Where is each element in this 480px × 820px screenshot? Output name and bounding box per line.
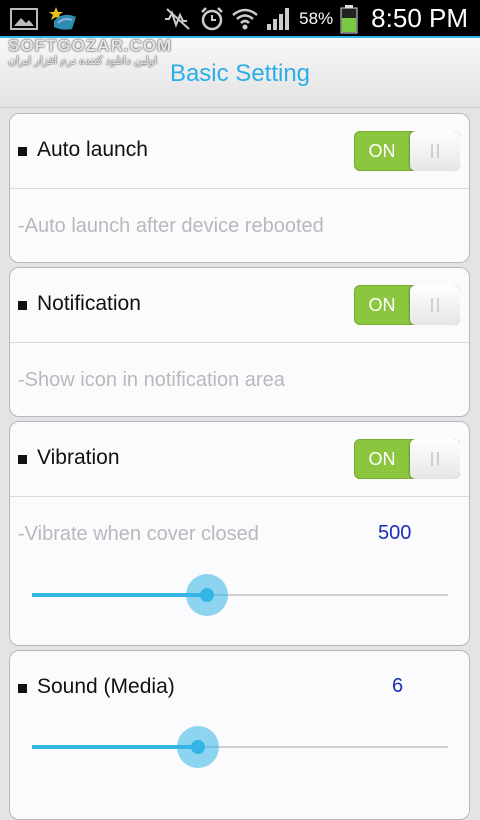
auto-launch-toggle[interactable]: ON <box>354 131 460 171</box>
app-icon <box>48 5 78 33</box>
bullet-icon <box>18 147 27 156</box>
sound-row: Sound (Media) 6 <box>10 651 469 725</box>
divider <box>10 342 469 343</box>
watermark: SOFTGOZAR.COM اولین دانلود کننده نرم افز… <box>8 36 172 67</box>
vibration-label: Vibration <box>37 446 120 469</box>
divider <box>10 496 469 497</box>
notification-description: -Show icon in notification area <box>18 369 285 391</box>
auto-launch-label: Auto launch <box>37 138 148 161</box>
auto-launch-row: Auto launch ON <box>10 114 469 188</box>
auto-launch-card: Auto launch ON -Auto launch after device… <box>9 113 470 263</box>
bullet-icon <box>18 455 27 464</box>
bullet-icon <box>18 301 27 310</box>
watermark-sub: اولین دانلود کننده نرم افزار ایران <box>8 55 158 67</box>
battery-icon <box>339 4 359 34</box>
toggle-knob[interactable] <box>410 131 460 171</box>
image-icon <box>10 7 38 31</box>
bullet-icon <box>18 684 27 693</box>
notification-card: Notification ON -Show icon in notificati… <box>9 267 470 417</box>
vibration-card: Vibration ON -Vibrate when cover closed … <box>9 421 470 646</box>
sound-slider[interactable] <box>32 726 448 768</box>
vibration-toggle[interactable]: ON <box>354 439 460 479</box>
notification-label: Notification <box>37 292 141 315</box>
sound-label: Sound (Media) <box>37 675 175 698</box>
slider-fill <box>32 745 199 749</box>
slider-thumb[interactable] <box>199 588 214 602</box>
toggle-on-label: ON <box>368 141 396 161</box>
signal-icon <box>265 6 293 32</box>
vibration-description: -Vibrate when cover closed <box>18 523 259 545</box>
watermark-main: SOFTGOZAR.COM <box>8 36 173 55</box>
toggle-on-label: ON <box>368 449 396 469</box>
mute-icon <box>163 7 193 31</box>
clock: 8:50 PM <box>371 3 468 33</box>
auto-launch-description: -Auto launch after device rebooted <box>18 215 324 237</box>
divider <box>10 188 469 189</box>
slider-fill <box>32 593 207 597</box>
toggle-on-label: ON <box>368 295 396 315</box>
notification-row: Notification ON <box>10 268 469 342</box>
vibration-row: Vibration ON <box>10 422 469 496</box>
status-bar: 58% 8:50 PM <box>0 0 480 38</box>
notification-toggle[interactable]: ON <box>354 285 460 325</box>
toggle-knob[interactable] <box>410 285 460 325</box>
battery-percent: 58% <box>299 8 334 28</box>
wifi-icon <box>231 7 259 31</box>
alarm-icon <box>199 6 225 32</box>
sound-value: 6 <box>392 675 404 697</box>
sound-card: Sound (Media) 6 <box>9 650 470 820</box>
vibration-slider[interactable] <box>32 574 448 616</box>
toggle-knob[interactable] <box>410 439 460 479</box>
vibration-value: 500 <box>378 522 412 544</box>
